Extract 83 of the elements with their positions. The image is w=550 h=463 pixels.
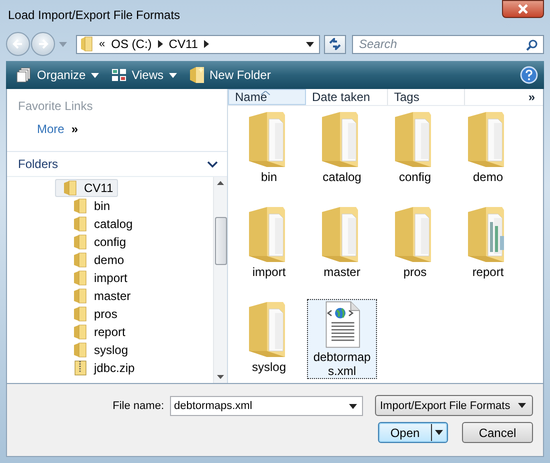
folder-icon	[72, 270, 88, 286]
new-folder-icon	[188, 66, 204, 84]
scroll-thumb[interactable]	[214, 217, 226, 265]
close-button[interactable]	[502, 0, 544, 18]
tree-item[interactable]: pros	[65, 305, 122, 323]
file-item[interactable]: report	[453, 204, 523, 299]
folder-icon	[80, 36, 93, 52]
dropdown-icon[interactable]	[349, 404, 357, 408]
file-type-dropdown[interactable]: Import/Export File Formats	[375, 395, 533, 416]
chevron-icon[interactable]	[204, 40, 209, 48]
file-item[interactable]: pros	[380, 204, 450, 299]
toolbar-button[interactable]: New Folder	[186, 64, 273, 86]
forward-button[interactable]	[31, 32, 55, 56]
file-item[interactable]: bin	[234, 109, 304, 204]
search-field[interactable]: Search	[352, 34, 544, 54]
split-button[interactable]: Open	[378, 422, 448, 443]
close-icon	[517, 4, 529, 14]
file-name-field[interactable]: debtormaps.xml	[170, 396, 363, 416]
toolbar-button[interactable]: Views	[108, 66, 178, 84]
breadcrumb[interactable]: CV11	[168, 37, 198, 51]
tree-item[interactable]: report	[65, 323, 130, 341]
folder-icon	[62, 180, 78, 196]
folder-icon	[72, 288, 88, 304]
column-header[interactable]: Tags	[388, 89, 465, 105]
pages-icon	[16, 67, 32, 83]
column-header[interactable]: Date taken	[306, 89, 388, 105]
tree-item[interactable]: jdbc.zip	[65, 359, 140, 377]
zip-file-icon	[72, 360, 88, 376]
help-icon	[520, 66, 538, 84]
window-title: Load Import/Export File Formats	[7, 8, 180, 22]
scroll-up-icon[interactable]	[217, 181, 224, 185]
forward-arrow-icon	[37, 38, 49, 50]
back-button[interactable]	[6, 32, 30, 56]
section-heading: Folders	[18, 157, 58, 171]
search-icon	[526, 38, 538, 50]
more-chevrons[interactable]: »	[71, 122, 78, 136]
more-columns[interactable]: »	[528, 90, 535, 104]
column-header[interactable]: Name	[228, 89, 306, 105]
dialog-button[interactable]: Cancel	[462, 422, 533, 443]
grid-icon	[110, 68, 127, 82]
section-heading: Favorite Links	[17, 98, 94, 113]
dropdown-icon	[518, 403, 526, 408]
tree-item[interactable]: master	[65, 287, 136, 305]
file-item[interactable]: import	[234, 204, 304, 299]
breadcrumb[interactable]: OS (C:)	[111, 37, 152, 51]
tree-item[interactable]: demo	[65, 251, 130, 269]
folder-icon	[72, 216, 88, 232]
folder-icon	[72, 324, 88, 340]
tree-item[interactable]: catalog	[65, 215, 138, 233]
folder-icon	[72, 198, 88, 214]
caret-icon	[168, 72, 176, 78]
file-item[interactable]: syslog	[234, 299, 304, 394]
folder-icon	[72, 342, 88, 358]
tree-item[interactable]: config	[65, 233, 132, 251]
file-item[interactable]: config	[380, 109, 450, 204]
caret-icon	[435, 430, 443, 435]
more-link[interactable]: More	[37, 122, 64, 136]
path-overflow[interactable]: «	[99, 38, 106, 50]
caret-icon	[90, 72, 99, 78]
refresh-button[interactable]	[324, 34, 346, 54]
folder-icon	[72, 234, 88, 250]
dropdown-icon[interactable]	[306, 42, 314, 46]
file-item[interactable]: master	[307, 204, 377, 299]
file-item[interactable]: demo	[453, 109, 523, 204]
file-item[interactable]: catalog	[307, 109, 377, 204]
scroll-down-icon[interactable]	[217, 375, 224, 379]
tree-item[interactable]: CV11	[55, 179, 118, 197]
folders-header[interactable]: Folders	[7, 152, 227, 177]
tree-item[interactable]: import	[65, 269, 132, 287]
collapse-chevron-icon[interactable]	[207, 160, 218, 168]
tree-item[interactable]: syslog	[65, 341, 134, 359]
tree-item[interactable]: bin	[65, 197, 116, 215]
scrollbar[interactable]	[213, 177, 227, 383]
refresh-icon	[328, 38, 342, 50]
help-button[interactable]	[520, 66, 538, 84]
chevron-icon[interactable]	[158, 40, 163, 48]
file-name-label: File name:	[112, 400, 164, 412]
toolbar-button[interactable]: Organize	[14, 65, 101, 85]
file-item[interactable]: debtormaps.xml	[307, 299, 377, 379]
folder-icon	[72, 306, 88, 322]
back-arrow-icon	[12, 38, 24, 50]
address-bar[interactable]: « OS (C:) CV11	[76, 34, 320, 54]
folder-icon	[72, 252, 88, 268]
